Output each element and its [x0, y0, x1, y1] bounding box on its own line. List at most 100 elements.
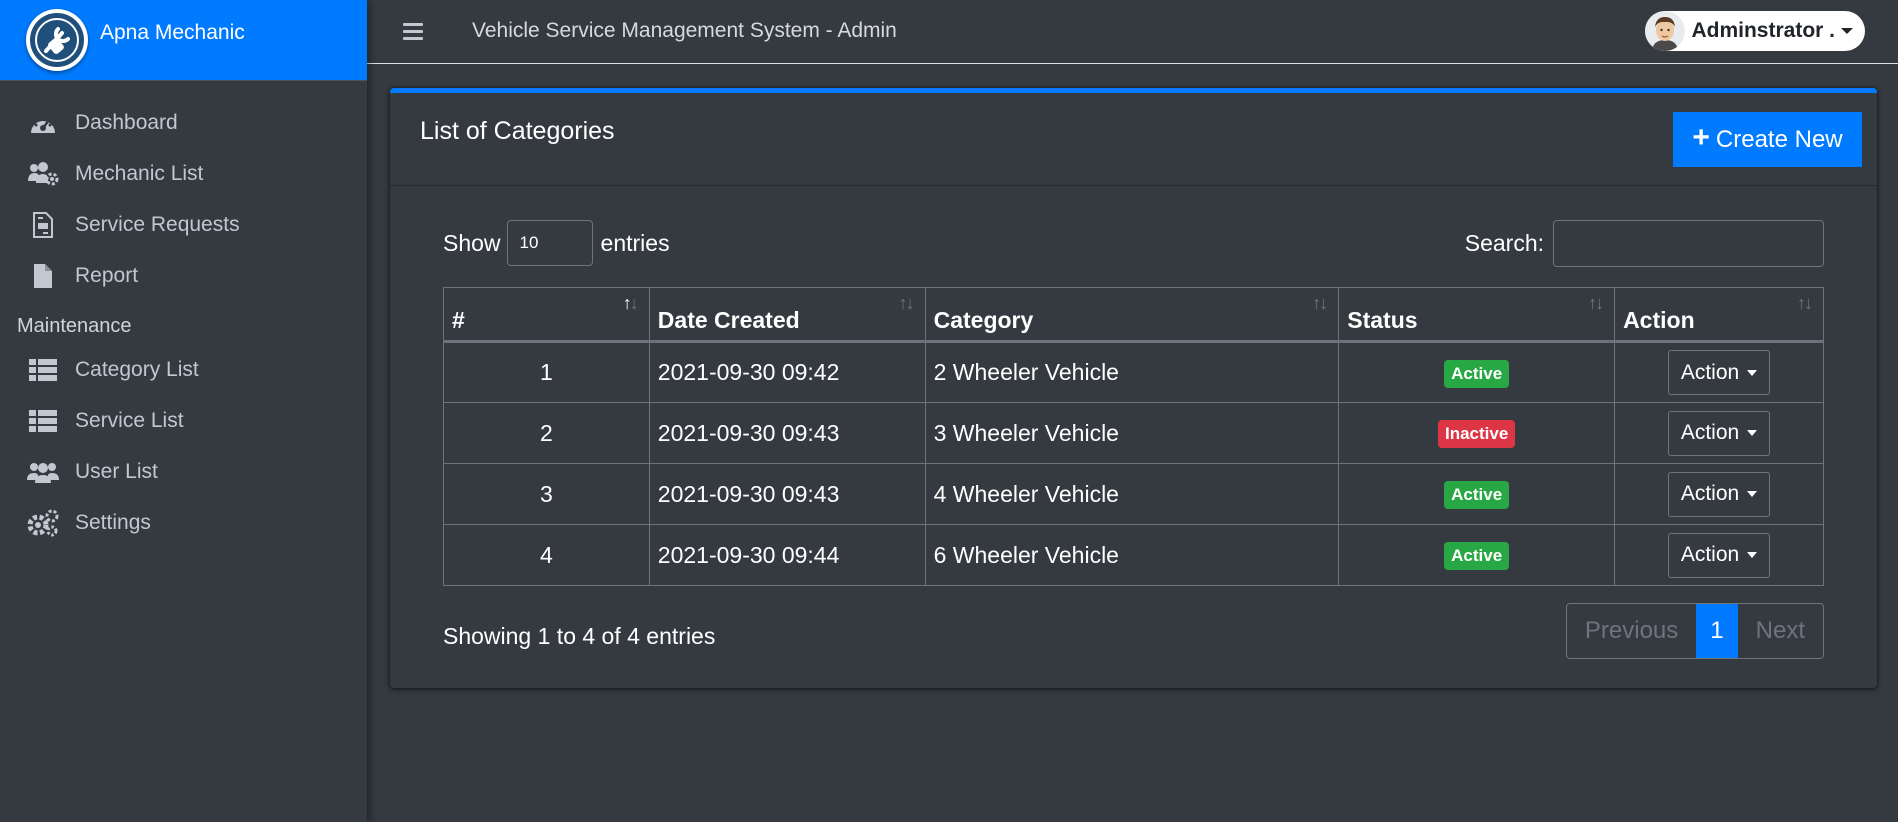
row-date-created: 2021-09-30 09:42: [648, 341, 926, 403]
status-badge: Active: [1444, 481, 1510, 509]
sort-icon: ↑↓: [1797, 293, 1813, 313]
row-date-created: 2021-09-30 09:43: [648, 402, 926, 464]
brand-name: Apna Mechanic: [100, 21, 245, 44]
brand-logo-icon: [26, 9, 88, 71]
users-cog-icon: [27, 160, 59, 188]
brand-link[interactable]: Apna Mechanic: [0, 0, 367, 81]
sidebar-item-user-list[interactable]: User List: [0, 446, 367, 497]
column-header-category[interactable]: Category ↑↓: [924, 287, 1340, 343]
cogs-icon: [27, 509, 59, 537]
row-action-cell: Action: [1614, 341, 1824, 403]
user-name: Adminstrator .: [1691, 19, 1835, 42]
column-header-action[interactable]: Action ↑↓: [1614, 287, 1824, 343]
status-badge: Active: [1444, 542, 1510, 570]
column-label: Category: [933, 306, 1034, 333]
entries-label: entries: [600, 229, 670, 256]
sidebar-item-dashboard[interactable]: Dashboard: [0, 97, 367, 148]
create-new-label: Create New: [1715, 125, 1843, 153]
column-label: #: [452, 306, 465, 333]
entries-select[interactable]: 10: [506, 220, 593, 266]
chevron-down-icon: [1841, 28, 1853, 34]
pagination-page-1[interactable]: 1: [1696, 604, 1738, 658]
file-icon: [27, 262, 59, 290]
th-list-icon: [27, 407, 59, 435]
sort-icon: ↑↓: [1312, 293, 1328, 313]
chevron-down-icon: [1747, 491, 1758, 497]
row-category: 3 Wheeler Vehicle: [924, 402, 1340, 464]
row-category: 6 Wheeler Vehicle: [924, 524, 1340, 586]
sidebar-item-category-list[interactable]: Category List: [0, 344, 367, 395]
sidebar-item-mechanic-list[interactable]: Mechanic List: [0, 148, 367, 199]
column-header-date-created[interactable]: Date Created ↑↓: [648, 287, 926, 343]
tachometer-icon: [27, 109, 59, 137]
table-search: Search:: [1465, 220, 1824, 267]
row-action-cell: Action: [1614, 402, 1824, 464]
row-category: 4 Wheeler Vehicle: [924, 463, 1340, 525]
table-header-row: # ↑↓ Date Created ↑↓ Category ↑↓ Status ↑↓ A…: [443, 287, 1824, 343]
row-number: 1: [443, 341, 650, 403]
table-row: 2 2021-09-30 09:43 3 Wheeler Vehicle Ina…: [443, 402, 1824, 464]
action-dropdown-button[interactable]: Action: [1667, 532, 1771, 578]
sidebar-nav: Dashboard Mechanic List Service Requests…: [0, 81, 367, 548]
sort-icon: ↑↓: [1588, 293, 1604, 313]
chevron-down-icon: [1747, 552, 1758, 558]
sidebar-item-settings[interactable]: Settings: [0, 497, 367, 548]
sidebar-item-service-requests[interactable]: Service Requests: [0, 199, 367, 250]
pagination-next[interactable]: Next: [1738, 604, 1823, 658]
sidebar-item-service-list[interactable]: Service List: [0, 395, 367, 446]
show-label: Show: [443, 229, 501, 256]
column-label: Action: [1623, 306, 1695, 333]
sidebar: Apna Mechanic Dashboard Mechanic List Se…: [0, 0, 367, 822]
action-label: Action: [1680, 482, 1740, 505]
action-label: Action: [1680, 360, 1740, 384]
action-dropdown-button[interactable]: Action: [1667, 350, 1771, 395]
row-number: 4: [443, 524, 650, 586]
card-title: List of Categories: [420, 117, 615, 145]
column-label: Date Created: [657, 306, 800, 333]
user-dropdown[interactable]: Adminstrator .: [1645, 11, 1865, 51]
row-action-cell: Action: [1614, 524, 1824, 586]
sort-asc-icon: ↑↓: [622, 293, 639, 313]
sidebar-item-label: Category List: [75, 357, 199, 381]
categories-table: # ↑↓ Date Created ↑↓ Category ↑↓ Status ↑↓ A…: [443, 287, 1824, 586]
pagination-previous[interactable]: Previous: [1567, 604, 1696, 658]
sidebar-section-maintenance: Maintenance: [17, 315, 132, 337]
page-title: Vehicle Service Management System - Admi…: [472, 18, 897, 42]
row-date-created: 2021-09-30 09:43: [648, 463, 926, 525]
sidebar-item-label: Service List: [75, 408, 184, 432]
row-status-cell: Active: [1338, 524, 1616, 586]
chevron-down-icon: [1747, 430, 1758, 436]
sidebar-item-report[interactable]: Report: [0, 250, 367, 301]
action-label: Action: [1680, 421, 1740, 444]
row-number: 3: [443, 463, 650, 525]
row-category: 2 Wheeler Vehicle: [924, 341, 1340, 403]
sidebar-item-label: Service Requests: [75, 212, 240, 236]
column-label: Status: [1347, 306, 1418, 333]
row-status-cell: Inactive: [1338, 402, 1616, 464]
categories-card: List of Categories + Create New Show 10 …: [390, 88, 1877, 688]
search-input[interactable]: [1553, 220, 1824, 267]
row-date-created: 2021-09-30 09:44: [648, 524, 926, 586]
th-list-icon: [27, 356, 59, 384]
top-navbar: Vehicle Service Management System - Admi…: [367, 0, 1898, 64]
row-number: 2: [443, 402, 650, 464]
card-header: List of Categories + Create New: [390, 93, 1877, 186]
create-new-button[interactable]: + Create New: [1673, 112, 1862, 167]
plus-icon: +: [1692, 121, 1710, 154]
table-row: 4 2021-09-30 09:44 6 Wheeler Vehicle Act…: [443, 524, 1824, 586]
table-info: Showing 1 to 4 of 4 entries: [443, 623, 716, 649]
row-status-cell: Active: [1338, 463, 1616, 525]
menu-toggle-icon[interactable]: [403, 23, 423, 40]
chevron-down-icon: [1747, 369, 1758, 376]
column-header-number[interactable]: # ↑↓: [443, 287, 650, 343]
action-dropdown-button[interactable]: Action: [1667, 410, 1771, 456]
column-header-status[interactable]: Status ↑↓: [1338, 287, 1616, 343]
action-label: Action: [1680, 543, 1740, 566]
sidebar-item-label: Settings: [75, 510, 151, 534]
row-action-cell: Action: [1614, 463, 1824, 525]
sort-icon: ↑↓: [898, 293, 915, 313]
file-invoice-icon: [27, 211, 59, 239]
action-dropdown-button[interactable]: Action: [1667, 471, 1771, 517]
sidebar-item-label: Dashboard: [75, 110, 178, 134]
status-badge: Active: [1444, 359, 1510, 388]
